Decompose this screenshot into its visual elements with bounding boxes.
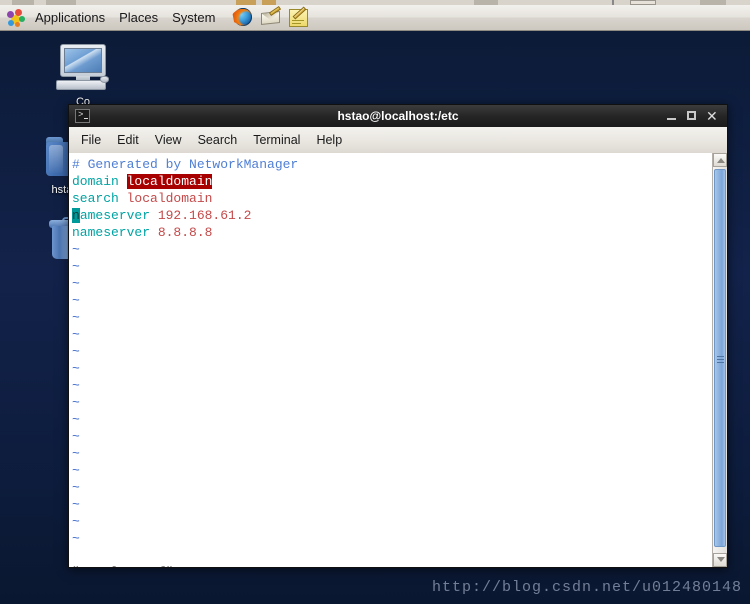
editor-line: nameserver 192.168.61.2	[72, 207, 712, 224]
editor-line: # Generated by NetworkManager	[72, 156, 712, 173]
editor-empty-line-marker: ~	[72, 446, 80, 461]
editor-empty-line-marker: ~	[72, 327, 80, 342]
terminal-title: hstao@localhost:/etc	[337, 108, 459, 123]
editor-empty-line-marker: ~	[72, 463, 80, 478]
editor-segment: domain	[72, 174, 127, 189]
editor-segment: n	[72, 208, 80, 223]
editor-segment: ameserver	[79, 208, 158, 223]
screen: Co hstao Applications Places System > hs…	[0, 0, 750, 604]
editor-lines: # Generated by NetworkManager domain loca…	[72, 156, 712, 547]
editor-segment: localdomain	[126, 174, 213, 189]
editor-empty-line-marker: ~	[72, 310, 80, 325]
places-menu[interactable]: Places	[112, 7, 165, 29]
menu-file[interactable]: File	[73, 129, 109, 152]
terminal-window[interactable]: hstao@localhost:/etc ✕ File Edit View Se…	[68, 104, 728, 568]
editor-segment: search	[72, 191, 127, 206]
editor-empty-line-marker: ~	[72, 259, 80, 274]
editor-empty-line-marker: ~	[72, 514, 80, 529]
status-filename: "resolv.conf" 5L, 111C	[72, 564, 244, 567]
terminal-menubar: File Edit View Search Terminal Help	[68, 127, 728, 153]
applications-menu[interactable]: Applications	[28, 7, 112, 29]
scroll-down-button[interactable]	[713, 553, 727, 567]
menu-edit[interactable]: Edit	[109, 129, 147, 152]
editor-line: search localdomain	[72, 190, 712, 207]
scrollbar-thumb[interactable]	[714, 169, 726, 547]
editor-segment: # Generated by NetworkManager	[72, 157, 299, 172]
text-editor-icon[interactable]	[288, 5, 310, 29]
menu-search[interactable]: Search	[190, 129, 246, 152]
editor-segment: 8.8.8.8	[157, 225, 213, 240]
editor-empty-line-marker: ~	[72, 395, 80, 410]
editor-empty-line-marker: ~	[72, 497, 80, 512]
minimize-button[interactable]	[666, 110, 677, 122]
menu-view[interactable]: View	[147, 129, 190, 152]
desktop-icon-computer[interactable]: Co	[46, 44, 120, 109]
editor-empty-line-marker: ~	[72, 531, 80, 546]
editor-empty-line-marker: ~	[72, 242, 80, 257]
editor-empty-line-marker: ~	[72, 293, 80, 308]
scroll-up-button[interactable]	[713, 153, 727, 167]
editor-empty-line-marker: ~	[72, 344, 80, 359]
terminal-titlebar[interactable]: hstao@localhost:/etc ✕	[68, 104, 728, 127]
editor-empty-line-marker: ~	[72, 412, 80, 427]
editor-empty-line-marker: ~	[72, 480, 80, 495]
editor-empty-line-marker: ~	[72, 276, 80, 291]
editor-line: nameserver 8.8.8.8	[72, 224, 712, 241]
menu-help[interactable]: Help	[308, 129, 350, 152]
vim-status-line: "resolv.conf" 5L, 111C 4,1 All	[72, 547, 712, 567]
menu-terminal[interactable]: Terminal	[245, 129, 308, 152]
editor-line: domain localdomain	[72, 173, 712, 190]
watermark: http://blog.csdn.net/u012480148	[431, 579, 742, 596]
terminal-body: # Generated by NetworkManager domain loca…	[68, 153, 728, 568]
editor-empty-line-marker: ~	[72, 361, 80, 376]
firefox-icon[interactable]	[232, 7, 254, 29]
editor-empty-line-marker: ~	[72, 378, 80, 393]
gnome-top-panel: Applications Places System	[0, 5, 750, 31]
evolution-mail-icon[interactable]	[260, 5, 282, 29]
close-button[interactable]: ✕	[706, 109, 718, 123]
editor-segment: localdomain	[126, 191, 213, 206]
editor-segment: nameserver	[72, 225, 158, 240]
terminal-app-icon	[75, 108, 90, 123]
editor-segment: 192.168.61.2	[157, 208, 252, 223]
vim-editor-area[interactable]: # Generated by NetworkManager domain loca…	[69, 153, 712, 567]
editor-empty-line-marker: ~	[72, 429, 80, 444]
gnome-foot-icon	[6, 8, 26, 28]
computer-icon	[54, 44, 112, 94]
terminal-scrollbar[interactable]	[712, 153, 727, 567]
maximize-button[interactable]	[686, 110, 697, 122]
system-menu[interactable]: System	[165, 7, 222, 29]
